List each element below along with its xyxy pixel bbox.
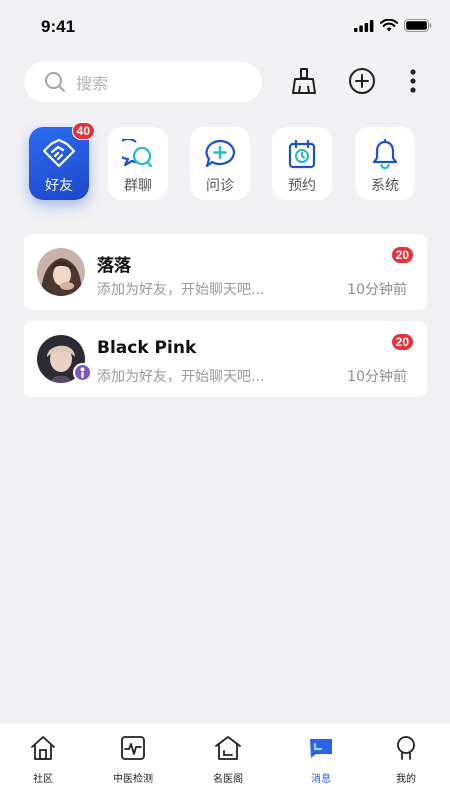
tile-friends[interactable]: 好友 40 <box>29 122 95 200</box>
pavilion-icon <box>215 736 241 760</box>
tab-label: 消息 <box>311 774 331 785</box>
chat-item[interactable]: 落落 添加为好友，开始聊天吧... 10分钟前 20 <box>24 234 427 310</box>
tile-group-chat[interactable]: 群聊 <box>108 127 168 200</box>
tab-famous-doctors[interactable]: 名医阁 <box>188 733 268 785</box>
search-input[interactable]: 搜索 <box>24 62 262 102</box>
broom-icon <box>292 68 316 94</box>
unread-badge: 20 <box>390 333 414 351</box>
tile-appointment[interactable]: 预约 <box>272 127 332 200</box>
tab-tcm-detection[interactable]: 中医检测 <box>93 733 173 785</box>
consult-icon <box>205 139 235 168</box>
tile-label: 好友 <box>45 178 73 194</box>
status-icons <box>354 19 432 32</box>
battery-icon <box>404 19 432 32</box>
more-vertical-icon <box>410 69 416 93</box>
tab-messages[interactable]: 消息 <box>281 733 361 785</box>
pulse-icon <box>121 736 145 760</box>
wifi-icon <box>380 19 398 32</box>
tile-label: 问诊 <box>206 178 234 194</box>
cellular-signal-icon <box>354 19 374 32</box>
group-chat-icon <box>122 139 153 168</box>
search-placeholder: 搜索 <box>76 74 109 93</box>
tile-label: 群聊 <box>124 178 152 194</box>
handshake-icon <box>43 139 75 168</box>
bell-icon <box>372 139 398 169</box>
add-button[interactable] <box>347 66 377 96</box>
profile-icon <box>397 736 415 760</box>
status-time: 9:41 <box>41 17 76 36</box>
unread-badge: 20 <box>390 246 414 264</box>
tab-community[interactable]: 社区 <box>3 733 83 785</box>
verified-badge-icon <box>73 363 92 382</box>
tile-consult[interactable]: 问诊 <box>190 127 250 200</box>
home-icon <box>31 736 55 760</box>
chat-name: 落落 <box>97 256 131 276</box>
tile-system[interactable]: 系统 <box>355 127 415 200</box>
more-button[interactable] <box>398 66 428 96</box>
unread-badge: 40 <box>71 122 95 140</box>
clear-button[interactable] <box>289 66 319 96</box>
tab-bar: 社区 中医检测 名医阁 消息 我的 <box>0 722 450 800</box>
search-icon <box>45 72 65 92</box>
chat-name: Black Pink <box>97 338 197 358</box>
avatar <box>37 248 85 296</box>
tab-label: 社区 <box>33 774 53 785</box>
tile-label: 系统 <box>371 178 399 194</box>
message-icon <box>310 739 332 758</box>
chat-time: 10分钟前 <box>347 282 407 298</box>
tab-label: 名医阁 <box>213 774 243 785</box>
plus-circle-icon <box>349 68 375 94</box>
tab-profile[interactable]: 我的 <box>366 733 446 785</box>
status-bar: 9:41 <box>0 0 450 56</box>
chat-preview: 添加为好友，开始聊天吧... <box>97 282 265 298</box>
chat-preview: 添加为好友，开始聊天吧... <box>97 369 265 385</box>
tile-label: 预约 <box>288 178 316 194</box>
chat-time: 10分钟前 <box>347 369 407 385</box>
tab-label: 我的 <box>396 774 416 785</box>
chat-item[interactable]: Black Pink 添加为好友，开始聊天吧... 10分钟前 20 <box>24 321 427 397</box>
appointment-icon <box>288 139 316 169</box>
tab-label: 中医检测 <box>113 774 153 785</box>
